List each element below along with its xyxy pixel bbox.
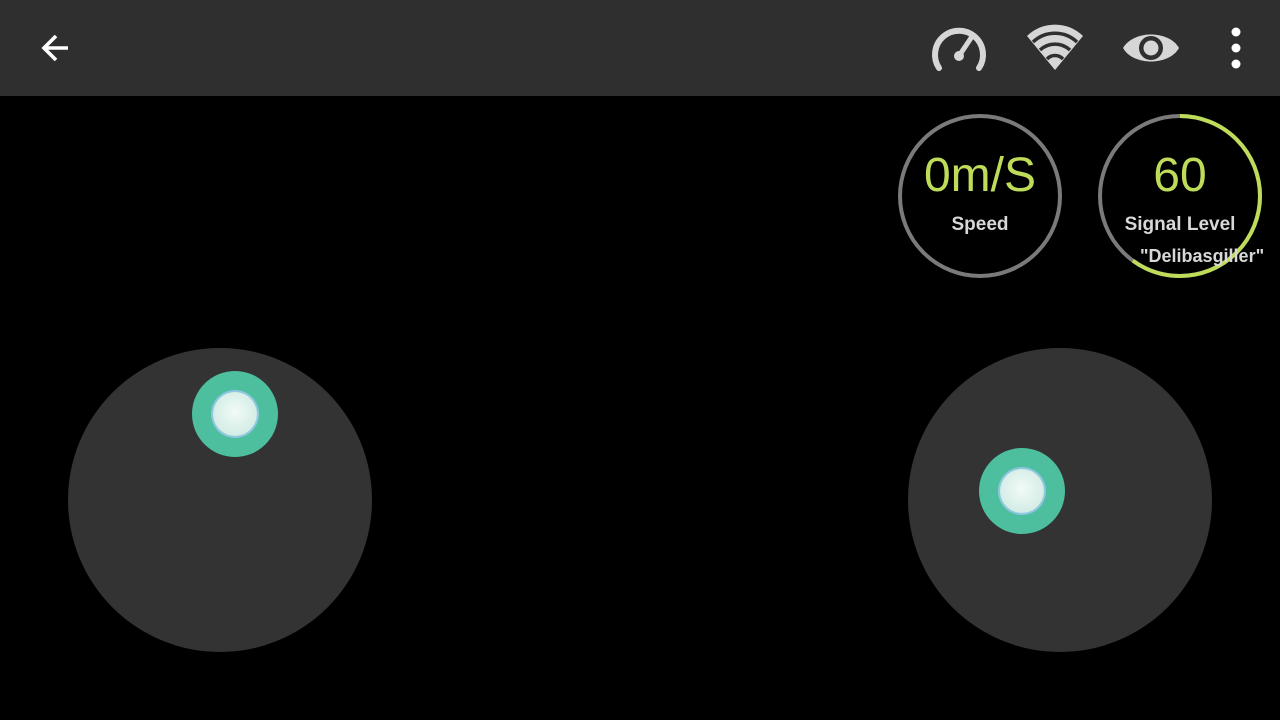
speed-value: 0m/S <box>923 149 1037 202</box>
eye-icon <box>1123 34 1179 62</box>
wifi-button[interactable] <box>1025 18 1085 78</box>
left-knob-center <box>213 392 257 436</box>
wifi-icon <box>1027 24 1083 71</box>
speed-label: Speed <box>951 214 1009 235</box>
more-vert-icon <box>1231 27 1241 69</box>
controller-screen: 0m/S Speed 60 Signal Level "Delibasgille… <box>0 0 1280 720</box>
right-knob-center <box>1000 469 1044 513</box>
network-ssid: "Delibasgiller" <box>1140 246 1265 266</box>
top-app-bar <box>0 0 1280 96</box>
arrow-back-icon <box>41 34 68 62</box>
left-joystick-knob[interactable] <box>192 371 278 457</box>
back-button[interactable] <box>26 18 86 78</box>
right-joystick-knob[interactable] <box>979 448 1065 534</box>
visibility-button[interactable] <box>1121 18 1181 78</box>
left-joystick[interactable] <box>68 348 372 652</box>
speedometer-icon <box>932 27 986 71</box>
signal-label: Signal Level <box>1124 214 1236 235</box>
more-options-button[interactable] <box>1206 18 1266 78</box>
right-joystick[interactable] <box>908 348 1212 652</box>
speed-gauge: 0m/S Speed <box>898 114 1062 278</box>
speed-button[interactable] <box>929 18 989 78</box>
signal-value: 60 <box>1153 149 1207 202</box>
